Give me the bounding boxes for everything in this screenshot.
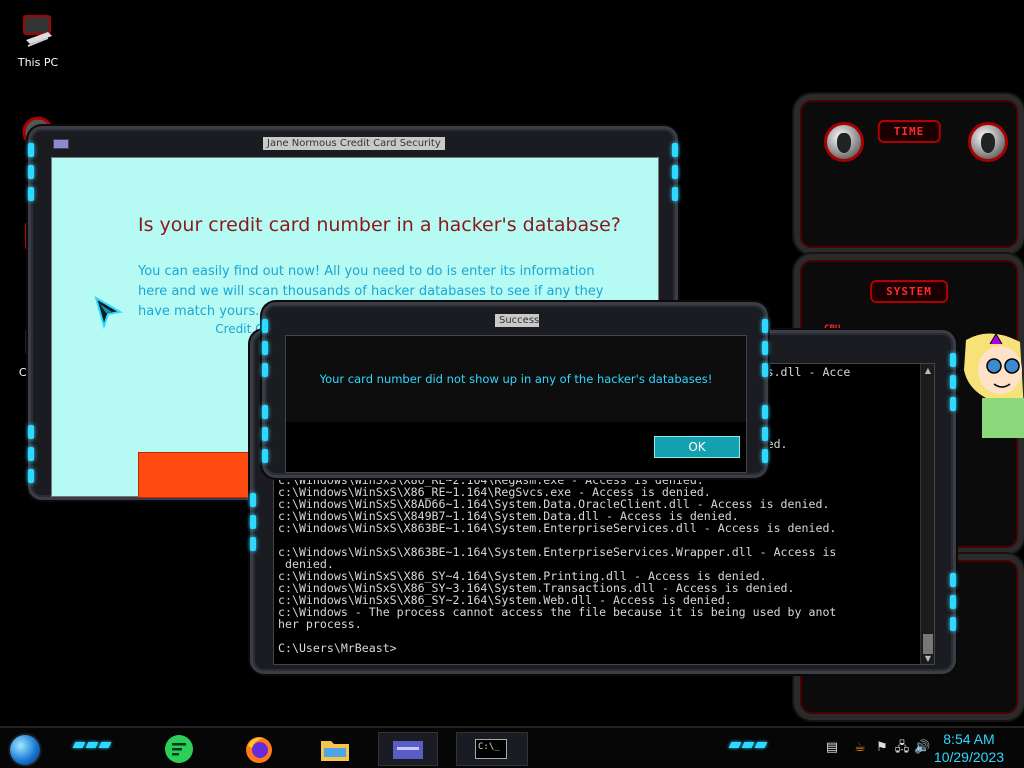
dialog-title: Success (495, 314, 539, 327)
clock-time: 8:54 AM (943, 731, 995, 747)
firefox-icon (246, 737, 272, 763)
window-title: Jane Normous Credit Card Security ™ (263, 137, 445, 150)
frame-accent-left (28, 425, 34, 483)
taskbar-file-explorer[interactable] (318, 732, 352, 766)
taskbar-accent (72, 742, 112, 748)
ok-button[interactable]: OK (654, 436, 740, 458)
this-pc-label: This PC (17, 56, 59, 69)
scroll-down-icon[interactable]: ▼ (923, 654, 933, 664)
network-status-icon[interactable]: 🖧 (894, 740, 910, 756)
time-gadget-title: TIME (877, 120, 941, 143)
dialog-message: Your card number did not show up in any … (319, 372, 713, 386)
taskbar-command-prompt[interactable]: C:\_ (456, 732, 528, 766)
cartoon-character-image (960, 330, 1024, 440)
frame-accent-right (762, 319, 768, 377)
desktop-icon-this-pc[interactable]: This PC (8, 12, 68, 69)
page-heading: Is your credit card number in a hacker's… (138, 214, 621, 236)
success-dialog[interactable]: Success Your card number did not show up… (262, 302, 768, 478)
system-tray: ▤ ☕ ⚑ 🖧 🔊 8:54 AM 10/29/2023 (814, 728, 1024, 768)
java-update-icon[interactable]: ☕ (852, 740, 868, 756)
frame-accent-right (672, 143, 678, 201)
frame-accent-left (262, 405, 268, 463)
taskbar-accent (728, 742, 768, 748)
console-line: c:\Windows\WinSxS\X863BE~1.164\System.En… (278, 545, 837, 559)
action-center-flag-icon[interactable]: ⚑ (874, 740, 890, 756)
frame-accent-right (950, 573, 956, 631)
console-line: her process. (278, 617, 362, 631)
credit-card-app-icon (393, 741, 423, 759)
frame-accent-left (28, 143, 34, 201)
console-line: c:\Windows - The process cannot access t… (278, 605, 837, 619)
frame-accent-left (250, 493, 256, 551)
folder-icon (321, 741, 349, 761)
window-app-icon (53, 139, 69, 149)
console-scrollbar[interactable]: ▲ ▼ (920, 364, 934, 664)
scroll-up-icon[interactable]: ▲ (923, 366, 933, 376)
scrollbar-thumb[interactable] (923, 634, 933, 654)
start-button[interactable] (8, 733, 42, 767)
taskbar-credit-card-app[interactable] (378, 732, 438, 766)
time-gadget: TIME (794, 94, 1024, 254)
alien-head-icon (824, 122, 864, 162)
console-line: c:\Windows\WinSxS\X863BE~1.164\System.En… (278, 521, 837, 535)
frame-accent-right (950, 353, 956, 411)
frame-accent-right (762, 405, 768, 463)
notes-icon (165, 735, 193, 763)
system-clock[interactable]: 8:54 AM 10/29/2023 (934, 730, 1004, 766)
taskbar-notes-app[interactable] (162, 732, 196, 766)
taskbar: C:\_ ▤ ☕ ⚑ 🖧 🔊 8:54 AM 10/29/2023 (0, 726, 1024, 768)
dialog-message-area: Your card number did not show up in any … (286, 336, 746, 422)
volume-icon[interactable]: 🔊 (914, 740, 930, 756)
command-prompt-icon: C:\_ (475, 739, 507, 759)
alien-head-icon (968, 122, 1008, 162)
this-pc-icon (18, 12, 58, 52)
taskbar-firefox[interactable] (242, 732, 276, 766)
clock-date: 10/29/2023 (933, 749, 1004, 765)
frame-accent-left (262, 319, 268, 377)
taskbar-menu-icon[interactable]: ▤ (824, 740, 840, 756)
console-line: C:\Users\MrBeast> (278, 641, 397, 655)
system-gadget-title: SYSTEM (870, 280, 948, 303)
dialog-content: Your card number did not show up in any … (285, 335, 747, 473)
